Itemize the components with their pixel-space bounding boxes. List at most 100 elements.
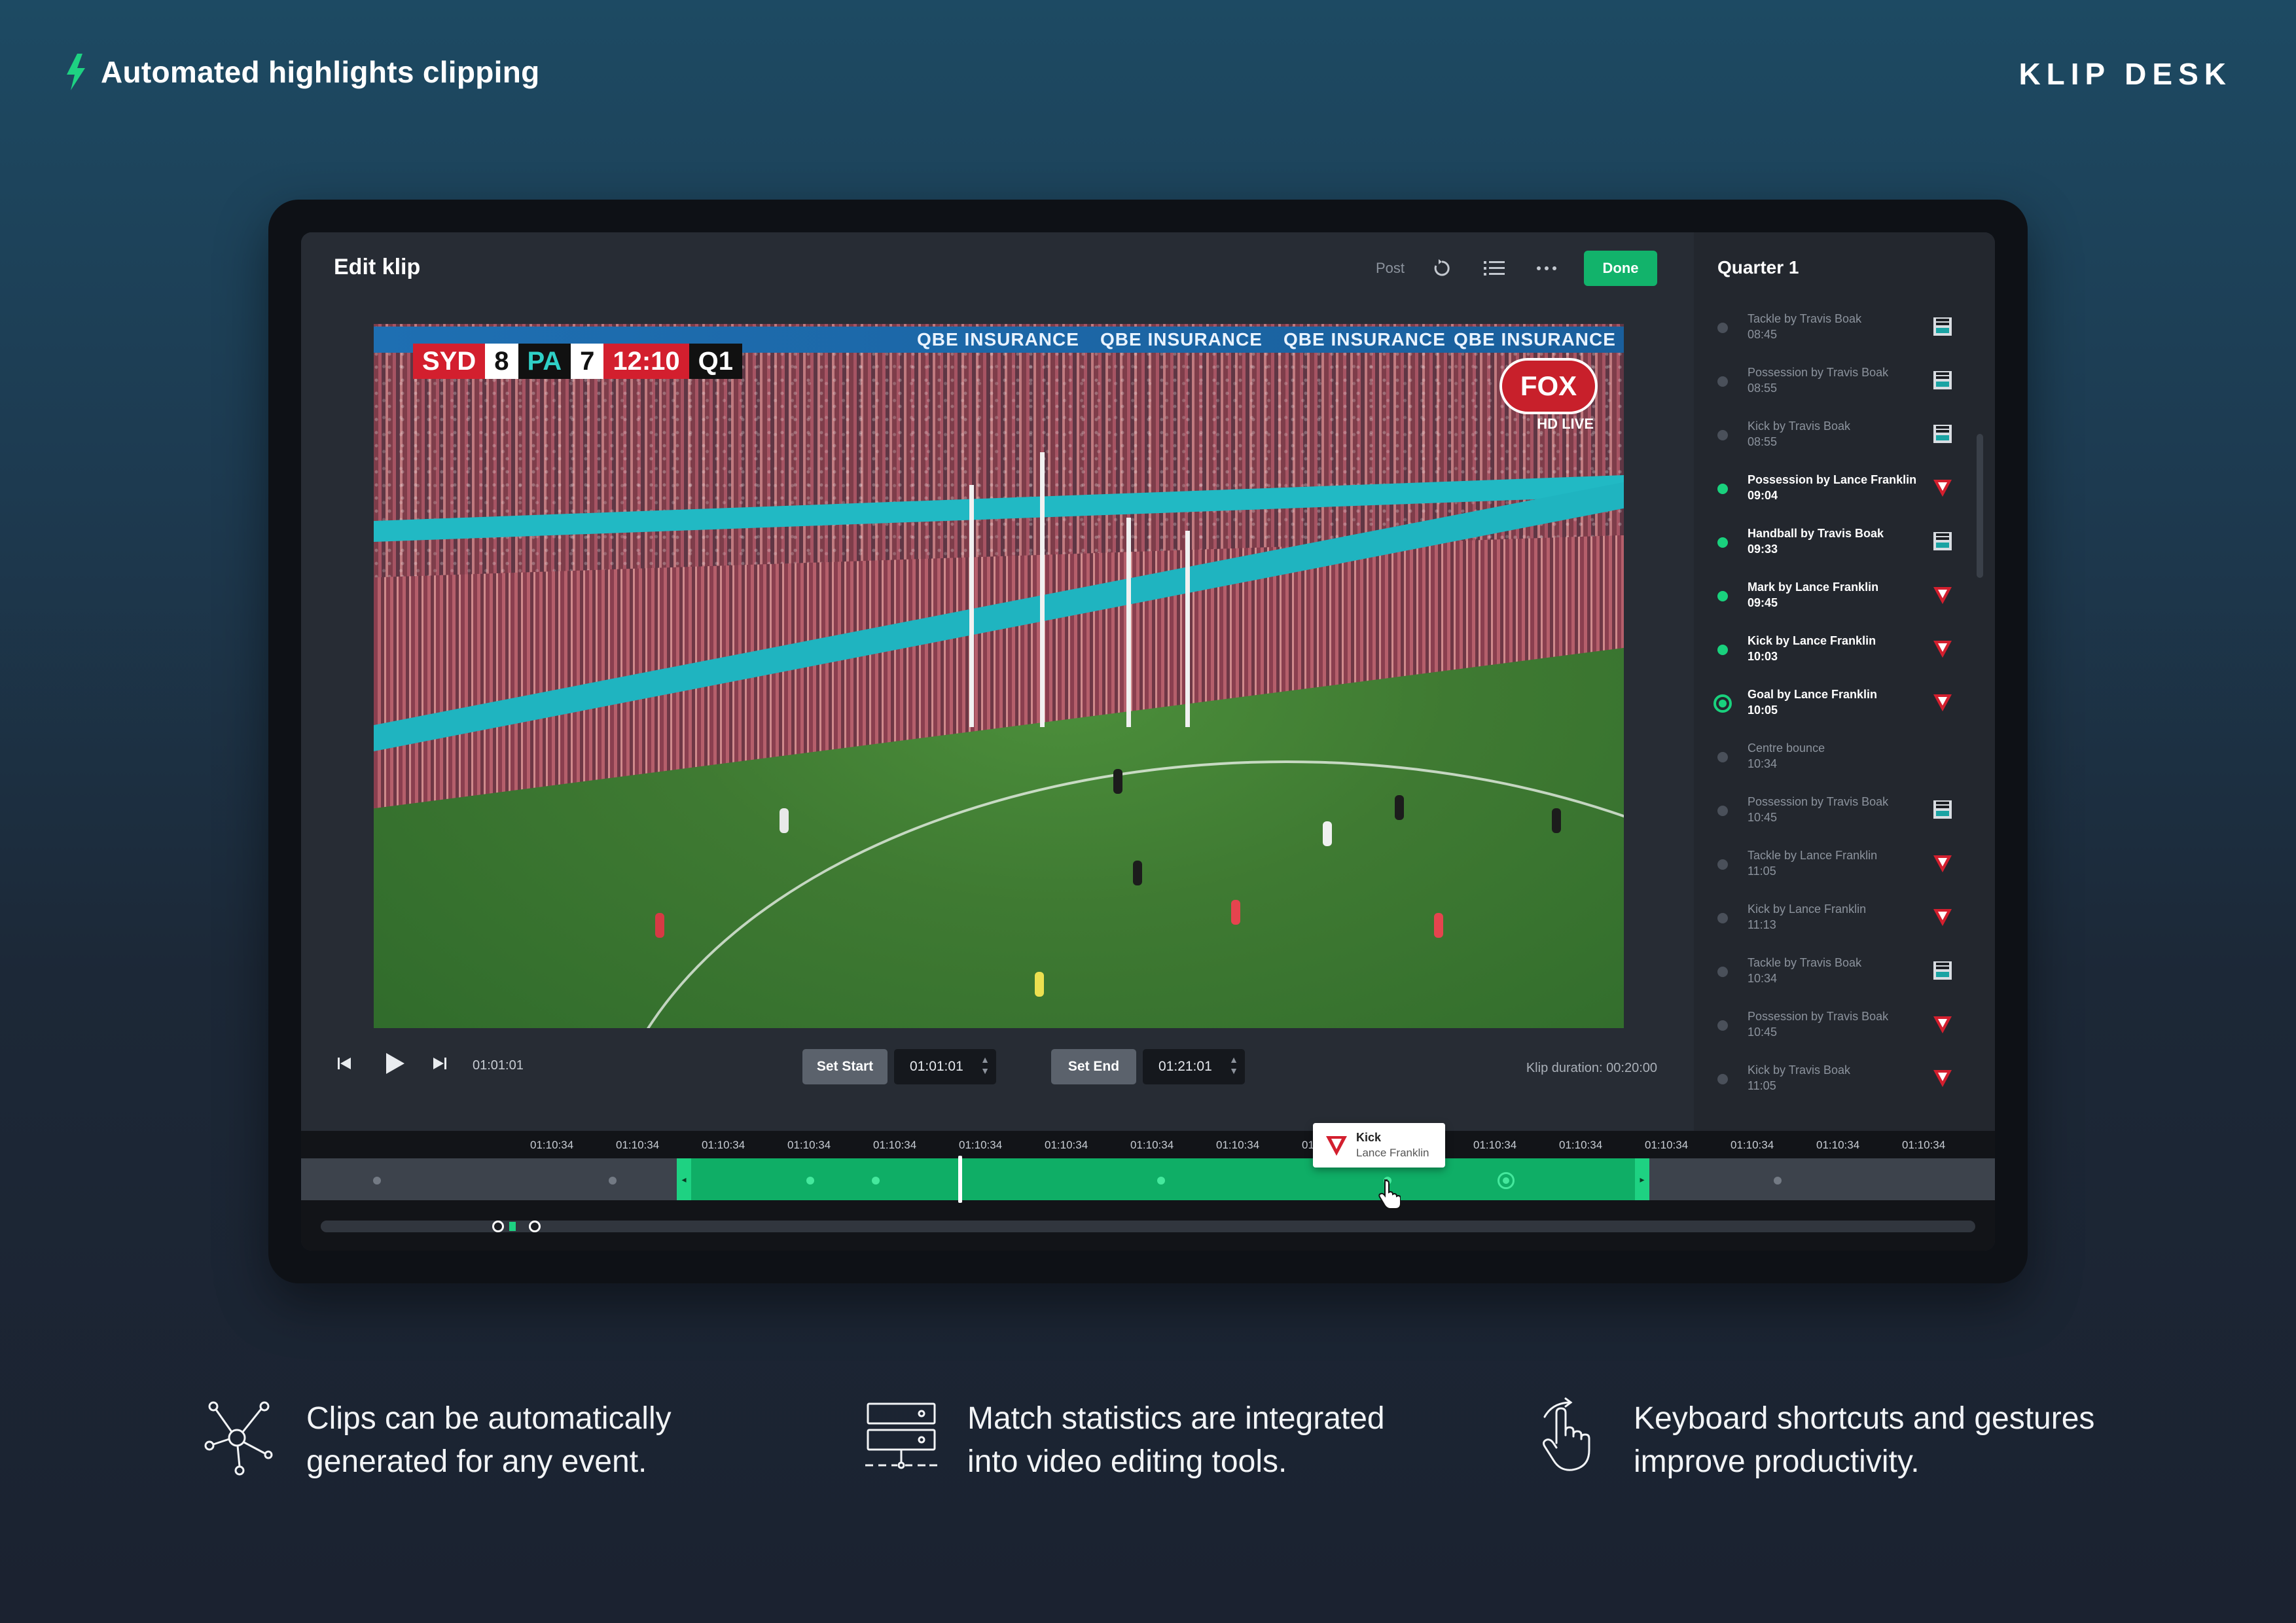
skip-forward-icon[interactable] xyxy=(432,1056,448,1071)
port-adelaide-logo-icon xyxy=(1933,425,1952,443)
app-screen: Edit klip Post Done QBE INSURANCE QBE IN… xyxy=(301,232,1995,1251)
start-handle[interactable]: ◂ xyxy=(677,1158,691,1200)
event-item[interactable]: Handball by Travis Boak 09:33 xyxy=(1694,524,1982,577)
editor-title: Edit klip xyxy=(334,255,421,279)
event-time: 08:55 xyxy=(1748,382,1778,395)
goal-event-marker[interactable] xyxy=(1498,1172,1515,1189)
event-marker[interactable] xyxy=(373,1177,381,1185)
clip-selection[interactable]: ◂ ▸ xyxy=(677,1158,1649,1200)
goal-post xyxy=(1040,452,1045,727)
port-adelaide-logo-icon xyxy=(1933,371,1952,389)
tooltip-player: Lance Franklin xyxy=(1356,1147,1429,1159)
event-name: Kick by Lance Franklin xyxy=(1748,634,1876,647)
list-icon[interactable] xyxy=(1479,253,1509,283)
scrubber-selection xyxy=(509,1222,516,1231)
scorebug: SYD 8 PA 7 12:10 Q1 xyxy=(413,344,743,379)
timeline-tick-label: 01:10:34 xyxy=(1473,1139,1517,1151)
undo-icon[interactable] xyxy=(1427,253,1457,283)
event-time: 09:04 xyxy=(1748,489,1778,502)
swans-logo-icon xyxy=(1933,1016,1952,1033)
post-button[interactable]: Post xyxy=(1376,260,1405,277)
tablet-device: Edit klip Post Done QBE INSURANCE QBE IN… xyxy=(268,200,2028,1283)
timeline-tick-label: 01:10:34 xyxy=(702,1139,745,1151)
event-name: Tackle by Travis Boak xyxy=(1748,312,1862,325)
timeline-tick-label: 01:10:34 xyxy=(873,1139,917,1151)
event-item[interactable]: Possession by Travis Boak 10:45 xyxy=(1694,1007,1982,1060)
timeline: 01:10:34 01:10:34 01:10:34 01:10:34 01:10:34… xyxy=(301,1123,1995,1251)
feature-text: Match statistics are integrated into vid… xyxy=(967,1401,1385,1479)
timeline-tick-label: 01:10:34 xyxy=(1816,1139,1860,1151)
event-marker[interactable] xyxy=(1157,1177,1165,1185)
player xyxy=(1323,821,1332,846)
skip-back-icon[interactable] xyxy=(336,1056,352,1071)
set-start-button[interactable]: Set Start xyxy=(802,1049,888,1084)
event-item[interactable]: Mark by Lance Franklin 09:45 xyxy=(1694,578,1982,630)
done-button[interactable]: Done xyxy=(1584,251,1657,286)
end-time-stepper[interactable]: ▲ ▼ xyxy=(1228,1054,1240,1079)
event-item[interactable]: Kick by Lance Franklin 10:03 xyxy=(1694,632,1982,684)
event-marker[interactable] xyxy=(806,1177,814,1185)
start-time-value: 01:01:01 xyxy=(910,1059,963,1074)
event-item[interactable]: Tackle by Lance Franklin 11:05 xyxy=(1694,846,1982,899)
ad-text: QBE INSURANCE xyxy=(1454,329,1616,349)
event-item[interactable]: Possession by Travis Boak 10:45 xyxy=(1694,793,1982,845)
event-item[interactable]: Possession by Travis Boak 08:55 xyxy=(1694,363,1982,416)
player xyxy=(1035,972,1044,997)
ad-text: QBE INSURANCE xyxy=(1283,329,1446,349)
event-status-dot xyxy=(1717,913,1728,923)
swans-logo-icon xyxy=(1933,909,1952,926)
timeline-tick-label: 01:10:34 xyxy=(1045,1139,1088,1151)
event-item[interactable]: Possession by Lance Franklin 09:04 xyxy=(1694,471,1982,523)
event-time: 08:45 xyxy=(1748,328,1778,341)
event-marker[interactable] xyxy=(872,1177,880,1185)
event-time: 09:33 xyxy=(1748,543,1778,556)
set-end-button[interactable]: Set End xyxy=(1051,1049,1136,1084)
event-status-dot xyxy=(1717,967,1728,977)
event-item[interactable]: Kick by Travis Boak 08:55 xyxy=(1694,417,1982,469)
end-handle[interactable]: ▸ xyxy=(1635,1158,1649,1200)
port-adelaide-logo-icon xyxy=(1933,800,1952,819)
scrubber-start-knob[interactable] xyxy=(492,1221,504,1232)
timeline-tick-label: 01:10:34 xyxy=(959,1139,1003,1151)
event-time: 08:55 xyxy=(1748,435,1778,448)
event-item[interactable]: Tackle by Travis Boak 08:45 xyxy=(1694,310,1982,362)
event-item[interactable]: Centre bounce 10:34 xyxy=(1694,739,1982,791)
ad-text: QBE INSURANCE xyxy=(1100,329,1263,349)
event-item[interactable]: Kick by Lance Franklin 11:13 xyxy=(1694,900,1982,952)
event-status-dot xyxy=(1717,806,1728,816)
event-status-dot xyxy=(1717,859,1728,870)
event-marker[interactable] xyxy=(609,1177,617,1185)
away-team: PA xyxy=(518,344,571,379)
start-time-stepper[interactable]: ▲ ▼ xyxy=(979,1054,991,1079)
bolt-icon xyxy=(67,54,85,90)
brand-bar: Automated highlights clipping xyxy=(64,54,540,90)
timeline-tick-label: 01:10:34 xyxy=(1902,1139,1946,1151)
broadcast-tag: HD LIVE xyxy=(1537,416,1594,432)
more-icon[interactable] xyxy=(1532,253,1562,283)
event-marker[interactable] xyxy=(1774,1177,1782,1185)
swans-logo-icon xyxy=(1933,480,1952,497)
video-player[interactable]: QBE INSURANCE QBE INSURANCE QBE INSURANC… xyxy=(374,324,1624,1028)
player xyxy=(780,808,789,833)
event-item[interactable]: Kick by Travis Boak 11:05 xyxy=(1694,1061,1982,1113)
scrubber-end-knob[interactable] xyxy=(529,1221,541,1232)
tagline: Automated highlights clipping xyxy=(101,55,540,89)
event-item[interactable]: Goal by Lance Franklin 10:05 xyxy=(1694,685,1982,738)
player xyxy=(1133,861,1142,885)
event-status-dot xyxy=(1717,645,1728,655)
feature-auto-clips: Clips can be automatically generated for… xyxy=(204,1397,725,1484)
network-icon xyxy=(204,1401,273,1476)
start-time-field[interactable]: 01:01:01 ▲ ▼ xyxy=(894,1049,996,1084)
playhead[interactable] xyxy=(958,1156,962,1203)
tooltip-event-type: Kick xyxy=(1356,1131,1382,1144)
event-item[interactable]: Tackle by Travis Boak 10:34 xyxy=(1694,954,1982,1006)
goal-post xyxy=(1185,531,1190,727)
play-icon[interactable] xyxy=(385,1052,406,1075)
swans-logo-icon xyxy=(1933,1070,1952,1087)
overview-scrubber[interactable] xyxy=(321,1221,1975,1232)
timeline-tick-label: 01:10:34 xyxy=(530,1139,574,1151)
goal-post xyxy=(1126,518,1131,727)
end-time-field[interactable]: 01:21:01 ▲ ▼ xyxy=(1143,1049,1245,1084)
timeline-tick-label: 01:10:34 xyxy=(1731,1139,1774,1151)
event-status-dot xyxy=(1717,484,1728,494)
